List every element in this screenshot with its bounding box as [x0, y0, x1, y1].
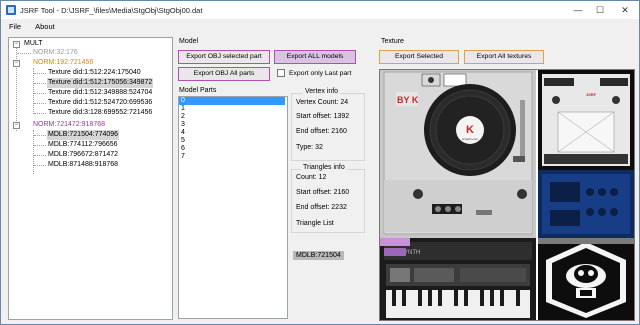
- record-label-text: K: [466, 124, 474, 136]
- export-selected-texture-button[interactable]: Export Selected: [379, 50, 459, 64]
- tree-connector: [33, 68, 34, 114]
- tree-connector: [34, 113, 46, 114]
- tree-connector: [34, 145, 46, 146]
- menu-about[interactable]: About: [27, 22, 61, 31]
- list-item[interactable]: 1: [179, 105, 287, 113]
- tree-node-mdlb[interactable]: MDLB:774112:796656: [47, 140, 119, 150]
- export-only-last-part-checkbox[interactable]: [277, 69, 285, 77]
- list-item[interactable]: 6: [179, 145, 287, 153]
- close-button[interactable]: ✕: [611, 1, 639, 19]
- triangles-info-title: Triangles info: [301, 164, 347, 171]
- export-obj-selected-button[interactable]: Export OBJ selected part: [178, 50, 270, 64]
- texture-image: BY K K scratch.com JSRF SYNTH: [380, 70, 634, 320]
- model-parts-list[interactable]: 0 1 2 3 4 5 6 7: [178, 96, 288, 319]
- window-controls: — ☐ ✕: [567, 1, 639, 19]
- title-bar[interactable]: JSRF Tool - D:\JSRF_\files\Media\StgObj\…: [1, 1, 639, 19]
- tree-node-norm-textures[interactable]: NORM:192:721456: [32, 58, 94, 68]
- tree-connector: [34, 73, 46, 74]
- tree-node-texture[interactable]: Texture did:3:128:699552:721456: [47, 108, 153, 118]
- file-tree[interactable]: − MULT NORM:32:176 − NORM:192:721456 Tex…: [8, 37, 173, 320]
- tree-node-texture[interactable]: Texture did:1:512:224:175040: [47, 68, 142, 78]
- triangles-start-offset: Start offset: 2160: [296, 189, 350, 196]
- tree-node-norm[interactable]: NORM:32:176: [32, 48, 79, 58]
- red-sticker-text: JSRF: [586, 92, 597, 97]
- tree-node-texture[interactable]: Texture did:1:512:524720:699536: [47, 98, 153, 108]
- tree-node-texture-selected[interactable]: Texture did:1:512:175056:349872: [47, 78, 154, 88]
- tree-connector: [34, 93, 46, 94]
- tree-connector: [17, 53, 31, 54]
- tree-node-norm-models[interactable]: NORM:721472:918768: [32, 120, 106, 130]
- list-item[interactable]: 5: [179, 137, 287, 145]
- expand-toggle-icon[interactable]: −: [13, 122, 20, 129]
- app-icon: [5, 5, 16, 16]
- export-all-models-button[interactable]: Export ALL models: [274, 50, 356, 64]
- model-section-label: Model: [179, 38, 199, 45]
- app-window: JSRF Tool - D:\JSRF_\files\Media\StgObj\…: [0, 0, 640, 325]
- vertex-info-title: Vertex info: [303, 88, 341, 95]
- triangles-end-offset: End offset: 2232: [296, 204, 347, 211]
- export-only-last-part-option[interactable]: Export only Last part: [277, 69, 351, 77]
- list-item[interactable]: 3: [179, 121, 287, 129]
- window-title: JSRF Tool - D:\JSRF_\files\Media\StgObj\…: [20, 5, 203, 15]
- tree-connector: [34, 135, 46, 136]
- tree-node-mdlb[interactable]: MDLB:871488:918768: [47, 160, 119, 170]
- texture-preview: BY K K scratch.com JSRF SYNTH: [379, 69, 635, 321]
- export-obj-all-parts-button[interactable]: Export OBJ All parts: [178, 67, 270, 81]
- tree-node-mdlb[interactable]: MDLB:796672:871472: [47, 150, 119, 160]
- vertex-start-offset: Start offset: 1392: [296, 113, 350, 120]
- model-parts-label: Model Parts: [179, 87, 217, 94]
- list-item[interactable]: 4: [179, 129, 287, 137]
- vertex-type: Type: 32: [296, 144, 323, 151]
- minimize-button[interactable]: —: [567, 1, 589, 19]
- menu-file[interactable]: File: [1, 22, 27, 31]
- vertex-end-offset: End offset: 2160: [296, 128, 347, 135]
- list-item[interactable]: 2: [179, 113, 287, 121]
- record-sublabel-text: scratch.com: [462, 137, 479, 141]
- expand-toggle-icon[interactable]: −: [13, 60, 20, 67]
- tree-node-texture[interactable]: Texture did:1:512:349888:524704: [47, 88, 153, 98]
- triangles-count: Count: 12: [296, 174, 327, 181]
- texture-section-label: Texture: [381, 38, 404, 45]
- maximize-button[interactable]: ☐: [589, 1, 611, 19]
- menu-bar: File About: [1, 19, 639, 33]
- expand-toggle-icon[interactable]: −: [13, 41, 20, 48]
- export-only-last-part-label: Export only Last part: [289, 69, 352, 77]
- vertex-count: Vertex Count: 24: [296, 99, 349, 106]
- tree-connector: [33, 130, 34, 174]
- tree-connector: [34, 155, 46, 156]
- tree-connector: [34, 103, 46, 104]
- mdlb-label: MDLB:721504: [293, 251, 344, 260]
- tree-node-mdlb-selected[interactable]: MDLB:721504:774096: [47, 130, 120, 140]
- tree-connector: [34, 83, 46, 84]
- export-all-textures-button[interactable]: Export All textures: [464, 50, 544, 64]
- sticker-text: BY K: [397, 95, 419, 105]
- tree-connector: [34, 165, 46, 166]
- list-item[interactable]: 7: [179, 153, 287, 161]
- triangle-list-label: Triangle List: [296, 220, 334, 227]
- list-item-selected[interactable]: 0: [179, 97, 285, 105]
